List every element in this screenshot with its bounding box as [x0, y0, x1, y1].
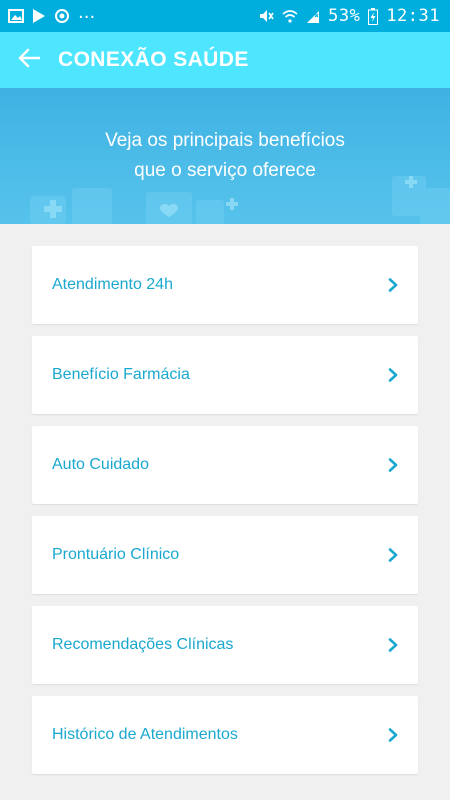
- chevron-right-icon: [386, 638, 400, 652]
- list-item-label: Atendimento 24h: [52, 276, 173, 293]
- chevron-right-icon: [386, 728, 400, 742]
- play-store-icon: [32, 8, 46, 24]
- page-title: CONEXÃO SAÚDE: [58, 48, 249, 71]
- banner-line-1: Veja os principais benefícios: [105, 130, 345, 151]
- list-item-prontuario-clinico[interactable]: Prontuário Clínico: [32, 516, 418, 594]
- mute-icon: [258, 8, 274, 24]
- banner-text: Veja os principais benefícios que o serv…: [0, 126, 450, 186]
- battery-charging-icon: [368, 7, 379, 25]
- list-item-auto-cuidado[interactable]: Auto Cuidado: [32, 426, 418, 504]
- wifi-icon: [282, 8, 298, 24]
- arrow-left-icon: [18, 48, 41, 72]
- clock: 12:31: [386, 6, 440, 26]
- status-bar: ... 53% 12:31: [0, 0, 450, 32]
- list-item-recomendacoes-clinicas[interactable]: Recomendações Clínicas: [32, 606, 418, 684]
- back-button[interactable]: [16, 47, 42, 73]
- list-item-beneficio-farmacia[interactable]: Benefício Farmácia: [32, 336, 418, 414]
- chevron-right-icon: [386, 458, 400, 472]
- benefits-list: Atendimento 24h Benefício Farmácia Auto …: [32, 246, 418, 786]
- list-item-label: Benefício Farmácia: [52, 366, 190, 383]
- status-right-icons: 53% 12:31: [258, 6, 440, 26]
- list-item-label: Histórico de Atendimentos: [52, 726, 238, 743]
- app-bar: CONEXÃO SAÚDE: [0, 32, 450, 88]
- image-icon: [8, 9, 24, 23]
- status-overflow-dots: ...: [78, 2, 96, 23]
- benefits-banner: Veja os principais benefícios que o serv…: [0, 88, 450, 224]
- signal-icon: [306, 8, 320, 24]
- banner-line-2: que o serviço oferece: [134, 160, 316, 181]
- chevron-right-icon: [386, 278, 400, 292]
- list-item-label: Recomendações Clínicas: [52, 636, 234, 653]
- list-item-historico-de-atendimentos[interactable]: Histórico de Atendimentos: [32, 696, 418, 774]
- chevron-right-icon: [386, 548, 400, 562]
- battery-percent: 53%: [328, 6, 361, 26]
- list-item-atendimento-24h[interactable]: Atendimento 24h: [32, 246, 418, 324]
- chevron-right-icon: [386, 368, 400, 382]
- list-item-label: Auto Cuidado: [52, 456, 149, 473]
- sync-icon: [54, 8, 70, 24]
- list-item-label: Prontuário Clínico: [52, 546, 180, 563]
- status-left-icons: ...: [8, 4, 95, 24]
